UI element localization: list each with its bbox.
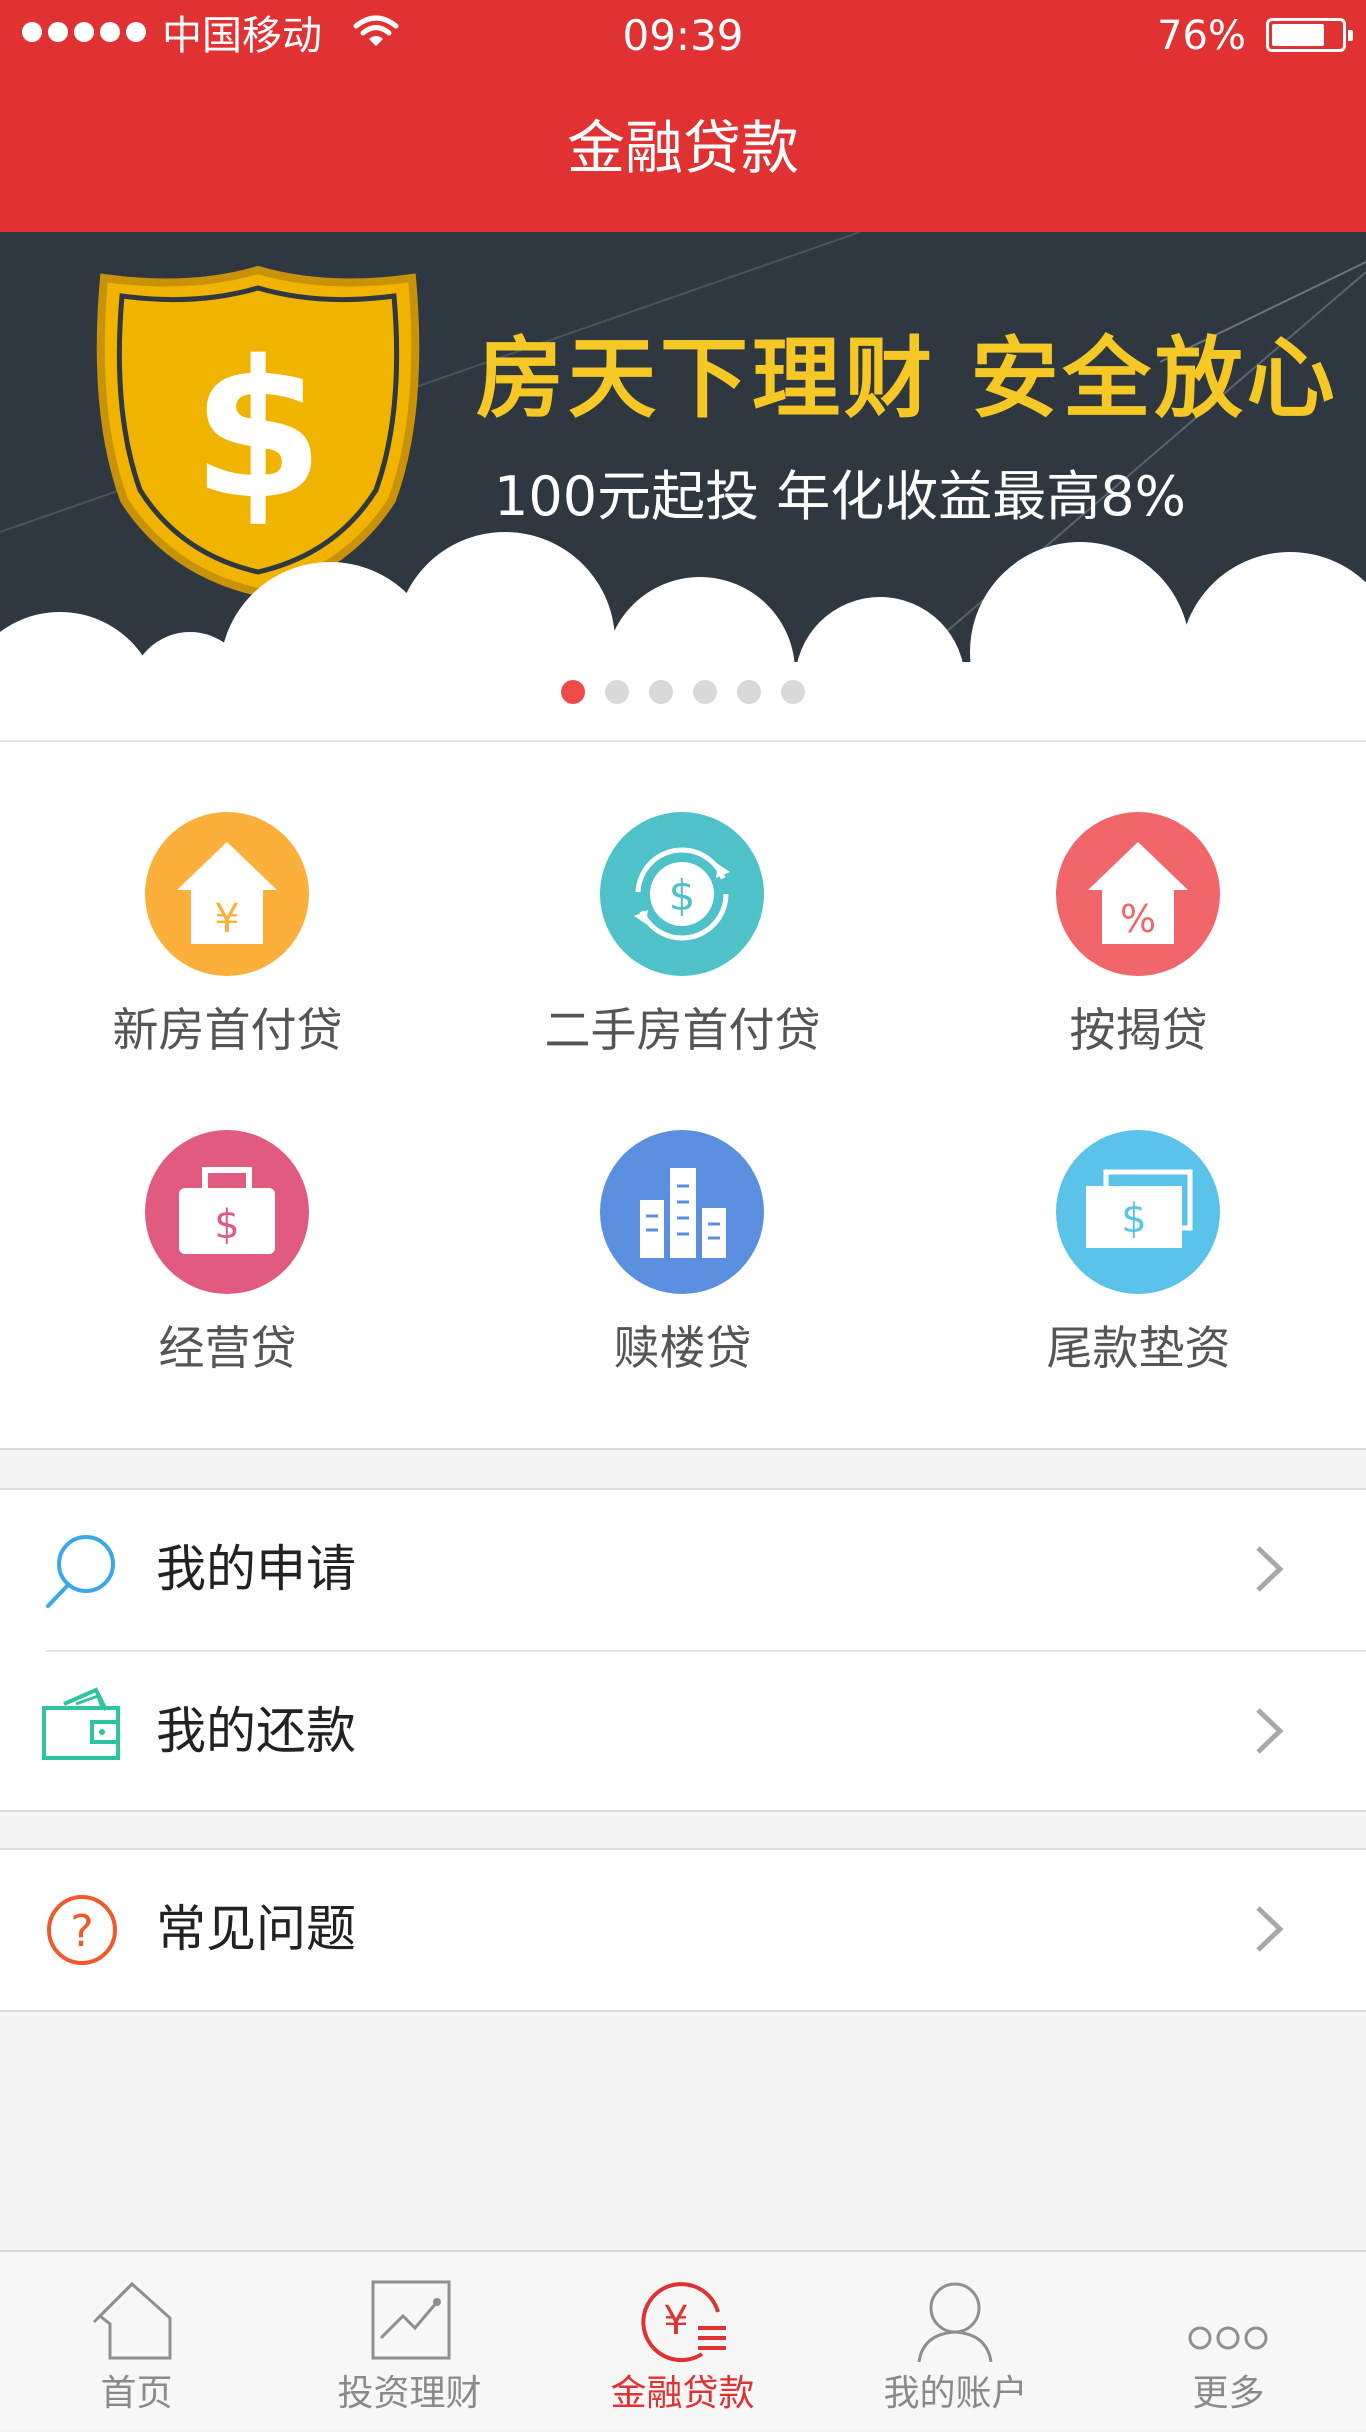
home-icon bbox=[92, 2281, 172, 2360]
service-label: 新房首付贷 bbox=[112, 1003, 343, 1057]
house-yen-icon: ¥ bbox=[145, 812, 309, 976]
tab-label: 投资理财 bbox=[337, 2373, 482, 2414]
tab-label: 金融贷款 bbox=[610, 2373, 755, 2414]
buildings-icon bbox=[600, 1130, 764, 1294]
tab-label: 首页 bbox=[100, 2373, 173, 2414]
menu-list-secondary: ? 常见问题 bbox=[0, 1848, 1366, 2012]
tab-more[interactable]: 更多 bbox=[1092, 2252, 1365, 2432]
cash-stack-icon: $ bbox=[1056, 1130, 1220, 1294]
promo-banner[interactable]: $ 房天下理财 安全放心 100元起投 年化收益最高8% bbox=[0, 232, 1366, 740]
menu-label: 我的申请 bbox=[156, 1540, 356, 1598]
service-second-hand-down-payment[interactable]: $ 二手房首付贷 bbox=[455, 742, 910, 1057]
wallet-icon bbox=[42, 1687, 120, 1760]
tab-account[interactable]: 我的账户 bbox=[819, 2252, 1092, 2432]
battery-icon bbox=[1266, 18, 1353, 52]
house-percent-icon: % bbox=[1056, 812, 1220, 976]
briefcase-dollar-icon: $ bbox=[145, 1130, 309, 1294]
menu-label: 我的还款 bbox=[156, 1702, 356, 1760]
service-label: 尾款垫资 bbox=[1046, 1321, 1231, 1375]
menu-label: 常见问题 bbox=[156, 1900, 356, 1958]
my-repayment-row[interactable]: 我的还款 bbox=[0, 1652, 1366, 1810]
service-mortgage-loan[interactable]: % 按揭贷 bbox=[911, 742, 1366, 1057]
svg-text:¥: ¥ bbox=[214, 896, 239, 942]
tab-label: 更多 bbox=[1192, 2373, 1265, 2414]
tab-loan[interactable]: ¥ 金融贷款 bbox=[546, 2252, 819, 2432]
chevron-right-icon bbox=[1256, 1546, 1284, 1592]
banner-title: 房天下理财 安全放心 bbox=[476, 327, 1339, 430]
chevron-right-icon bbox=[1256, 1708, 1284, 1754]
tab-home[interactable]: 首页 bbox=[0, 2252, 273, 2432]
status-bar: 中国移动 09:39 76% bbox=[0, 0, 1366, 72]
yen-list-icon: ¥ bbox=[641, 2282, 726, 2363]
service-business-loan[interactable]: $ 经营贷 bbox=[0, 1060, 455, 1375]
battery-percentage: 76% bbox=[1157, 13, 1246, 59]
user-icon bbox=[917, 2282, 993, 2363]
svg-text:$: $ bbox=[1121, 1196, 1146, 1242]
service-redemption-loan[interactable]: 赎楼贷 bbox=[455, 1060, 910, 1375]
svg-text:¥: ¥ bbox=[663, 2298, 688, 2344]
banner-page-indicator[interactable] bbox=[0, 680, 1366, 704]
chart-icon bbox=[371, 2280, 451, 2360]
dollar-cycle-icon: $ bbox=[600, 812, 764, 976]
tab-invest[interactable]: 投资理财 bbox=[273, 2252, 546, 2432]
tab-label: 我的账户 bbox=[883, 2373, 1028, 2414]
page-title: 金融贷款 bbox=[566, 114, 799, 182]
top-bar: 中国移动 09:39 76% 金融贷款 bbox=[0, 0, 1366, 232]
menu-list-primary: 我的申请 我的还款 bbox=[0, 1488, 1366, 1812]
banner-dot[interactable] bbox=[737, 680, 761, 704]
tab-bar: 首页 投资理财 ¥ 金融贷款 我的账户 更多 bbox=[0, 2250, 1366, 2430]
banner-dot[interactable] bbox=[781, 680, 805, 704]
search-icon bbox=[46, 1535, 115, 1608]
service-balance-financing[interactable]: $ 尾款垫资 bbox=[911, 1060, 1366, 1375]
svg-text:%: % bbox=[1120, 897, 1156, 941]
svg-text:$: $ bbox=[214, 1202, 239, 1248]
banner-dot[interactable] bbox=[561, 680, 585, 704]
faq-row[interactable]: ? 常见问题 bbox=[0, 1850, 1366, 2008]
service-label: 二手房首付贷 bbox=[544, 1003, 821, 1057]
banner-subtitle: 100元起投 年化收益最高8% bbox=[494, 465, 1186, 528]
service-new-house-down-payment[interactable]: ¥ 新房首付贷 bbox=[0, 742, 455, 1057]
banner-dot[interactable] bbox=[693, 680, 717, 704]
question-icon: ? bbox=[47, 1895, 117, 1965]
service-label: 赎楼贷 bbox=[613, 1321, 752, 1375]
service-grid: ¥ 新房首付贷 $ 二手房首付贷 % 按揭贷 $ 经营贷 赎楼贷 $ 尾款垫资 bbox=[0, 740, 1366, 1450]
svg-text:$: $ bbox=[192, 320, 324, 541]
svg-text:$: $ bbox=[669, 871, 696, 920]
my-application-row[interactable]: 我的申请 bbox=[0, 1490, 1366, 1648]
more-icon bbox=[1188, 2326, 1268, 2350]
svg-text:?: ? bbox=[70, 1906, 93, 1957]
service-label: 经营贷 bbox=[158, 1321, 297, 1375]
banner-dot[interactable] bbox=[649, 680, 673, 704]
banner-dot[interactable] bbox=[605, 680, 629, 704]
shield-dollar-icon: $ bbox=[96, 265, 420, 597]
service-label: 按揭贷 bbox=[1069, 1003, 1208, 1057]
chevron-right-icon bbox=[1256, 1906, 1284, 1952]
